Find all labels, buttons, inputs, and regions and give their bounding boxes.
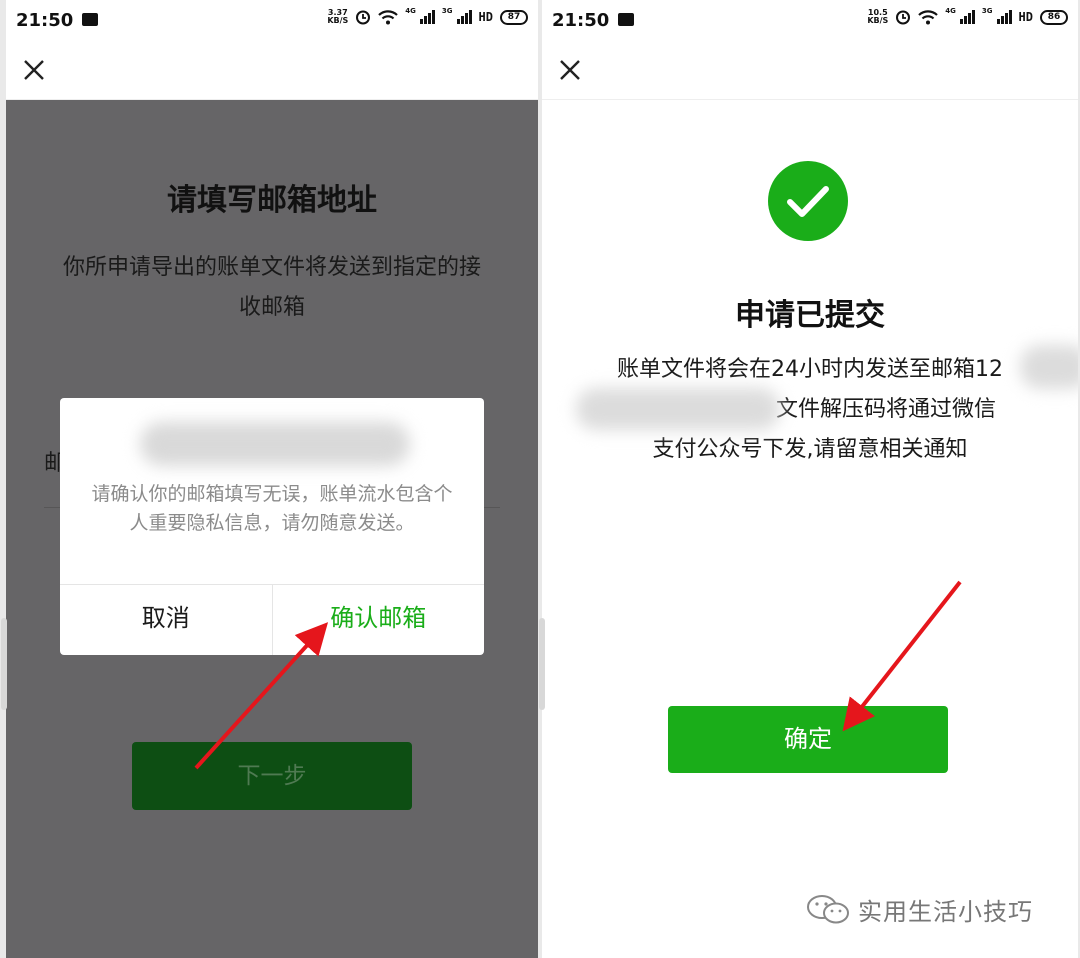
hd-icon: HD	[478, 10, 493, 24]
page-title: 申请已提交	[735, 298, 885, 333]
status-icons: 3.37 KB/S 4G 3G HD 87	[327, 7, 528, 25]
alarm-icon	[896, 10, 911, 25]
hd-icon: HD	[1018, 10, 1033, 24]
network-speed: 10.5 KB/S	[867, 8, 889, 25]
blurred-email	[140, 422, 410, 466]
status-bar: 21:50 3.37 KB/S 4G 3G HD 87	[6, 0, 538, 40]
close-icon[interactable]	[20, 56, 48, 84]
close-icon[interactable]	[556, 56, 584, 84]
next-step-button[interactable]: 下一步	[132, 742, 412, 810]
checkmark-icon	[787, 186, 829, 217]
success-check-icon	[768, 161, 848, 241]
signal-icon	[456, 10, 472, 24]
signal-icon	[959, 10, 975, 24]
left-screen: 21:50 3.37 KB/S 4G 3G HD 87 请填写邮箱地址 你所申请…	[6, 0, 538, 958]
description-line: 账单文件将会在24小时内发送至邮箱12	[617, 357, 1003, 382]
battery-icon: 87	[500, 9, 528, 25]
alarm-icon	[356, 10, 371, 25]
watermark-text: 实用生活小技巧	[858, 898, 1033, 926]
wifi-icon	[918, 9, 939, 24]
nav-bar	[542, 40, 1078, 100]
dialog-message: 请确认你的邮箱填写无误，账单流水包含个人重要隐私信息，请勿随意发送。	[91, 483, 453, 534]
network-speed: 3.37 KB/S	[327, 8, 349, 25]
cancel-button[interactable]: 取消	[60, 585, 273, 655]
side-handle	[1, 618, 7, 710]
dialog-actions: 取消 确认邮箱	[60, 584, 484, 655]
signal-icon	[996, 10, 1012, 24]
message-icon	[618, 13, 634, 26]
message-icon	[82, 13, 98, 26]
blurred-email	[576, 388, 780, 430]
side-handle	[539, 618, 545, 710]
status-time: 21:50	[552, 10, 610, 31]
wifi-icon	[378, 9, 399, 24]
confirm-email-button[interactable]: 确认邮箱	[273, 585, 485, 655]
right-screen: 21:50 10.5 KB/S 4G 3G HD 86 申请已提交 账单文件将会…	[542, 0, 1078, 958]
page-description: 你所申请导出的账单文件将发送到指定的接收邮箱	[62, 255, 481, 320]
status-bar: 21:50 10.5 KB/S 4G 3G HD 86	[542, 0, 1078, 40]
nav-bar	[6, 40, 538, 100]
status-icons: 10.5 KB/S 4G 3G HD 86	[867, 7, 1068, 25]
description-line: 支付公众号下发,请留意相关通知	[652, 437, 968, 462]
confirm-email-dialog: 请确认你的邮箱填写无误，账单流水包含个人重要隐私信息，请勿随意发送。 取消 确认…	[60, 398, 484, 655]
ok-button[interactable]: 确定	[668, 706, 948, 773]
signal-icon	[419, 10, 435, 24]
status-time: 21:50	[16, 10, 74, 31]
wechat-icon	[807, 894, 849, 923]
watermark: 实用生活小技巧	[806, 892, 1033, 927]
blurred-email	[1020, 345, 1078, 389]
page-title: 请填写邮箱地址	[167, 183, 377, 218]
battery-icon: 86	[1040, 9, 1068, 25]
